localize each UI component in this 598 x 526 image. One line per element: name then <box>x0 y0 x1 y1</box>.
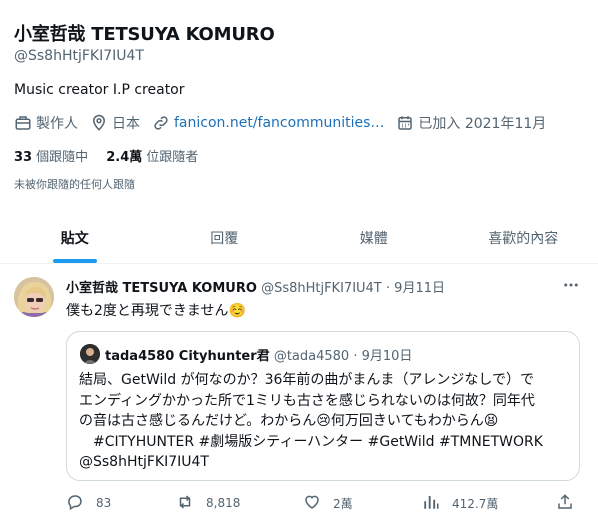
views-button[interactable]: 412.7萬 <box>422 493 498 513</box>
briefcase-icon <box>14 114 32 132</box>
retweet-icon <box>176 493 206 514</box>
quoted-avatar <box>80 344 100 364</box>
tab-likes[interactable]: 喜歡的內容 <box>449 212 598 263</box>
profile-handle: @Ss8hHtjFKI7IU4T <box>14 48 144 64</box>
avatar[interactable] <box>14 277 54 317</box>
profile-location-label: 日本 <box>112 116 140 132</box>
quoted-date: · 9月10日 <box>353 349 413 364</box>
reply-button[interactable]: 83 <box>66 493 111 513</box>
profile-display-name: 小室哲哉 TETSUYA KOMURO <box>14 24 275 45</box>
follow-stats: 33 個跟隨中 2.4萬 位跟隨者 <box>14 146 212 165</box>
retweet-count: 8,818 <box>206 496 241 510</box>
profile-joined-label: 已加入 2021年11月 <box>418 116 547 132</box>
profile-joined: 已加入 2021年11月 <box>396 113 546 133</box>
views-count: 412.7萬 <box>452 496 499 511</box>
profile-meta: 製作人 日本 fanicon.net/fancommunities… 已加入 2… <box>14 113 558 133</box>
quoted-text-line: 結局、GetWild が何なのか？36年前の曲がまんま（アレンジなしで）で <box>79 372 534 388</box>
quoted-hashtags[interactable]: #CITYHUNTER #劇場版シティーハンター #GetWild #TMNET… <box>79 432 573 453</box>
reply-icon <box>66 493 96 514</box>
link-icon <box>152 114 170 132</box>
share-button[interactable] <box>556 493 586 513</box>
tab-replies[interactable]: 回覆 <box>150 212 300 263</box>
like-count: 2萬 <box>333 496 353 511</box>
share-icon <box>556 493 586 514</box>
quoted-author-handle: @tada4580 <box>273 349 350 364</box>
profile-bio: Music creator I.P creator <box>14 82 185 98</box>
profile-category-label: 製作人 <box>36 116 78 132</box>
quoted-mention[interactable]: @Ss8hHtjFKI7IU4T <box>79 452 573 473</box>
tweet-text: 僕も2度と再現できません☺️ <box>66 303 246 319</box>
following-link[interactable]: 33 個跟隨中 <box>14 150 88 165</box>
quoted-header: tada4580 Cityhunter君 @tada4580 · 9月10日 <box>105 345 412 364</box>
followers-count: 2.4萬 <box>106 150 143 165</box>
views-icon <box>422 493 452 514</box>
tweet-actions: 83 8,818 2萬 412.7萬 <box>66 493 580 513</box>
quoted-text-line: エンディングかかった所で1ミリも古さを感じられないのは何故？同年代 <box>79 392 535 409</box>
followers-label: 位跟隨者 <box>146 150 199 165</box>
quoted-text: 結局、GetWild が何なのか？36年前の曲がまんま（アレンジなしで）で エン… <box>79 370 573 473</box>
tweet-author-name[interactable]: 小室哲哉 TETSUYA KOMURO <box>66 281 257 296</box>
more-options-icon[interactable] <box>562 276 580 298</box>
quoted-text-line: の音は古さ感じるんだけど。わからん😢何万回きいてもわからん😫 <box>79 413 499 429</box>
following-label: 個跟隨中 <box>36 150 89 165</box>
quoted-author-name: tada4580 Cityhunter君 <box>105 349 270 364</box>
tab-posts[interactable]: 貼文 <box>0 212 150 263</box>
reply-count: 83 <box>96 496 112 510</box>
heart-icon <box>303 493 333 514</box>
following-count: 33 <box>14 150 33 165</box>
profile-website[interactable]: fanicon.net/fancommunities… <box>152 114 384 132</box>
calendar-icon <box>396 114 414 132</box>
profile-website-link[interactable]: fanicon.net/fancommunities… <box>174 115 384 131</box>
tab-media[interactable]: 媒體 <box>299 212 449 263</box>
not-followed-notice: 未被你跟隨的任何人跟隨 <box>14 178 135 191</box>
retweet-button[interactable]: 8,818 <box>176 493 240 513</box>
tweet-header: 小室哲哉 TETSUYA KOMURO @Ss8hHtjFKI7IU4T · 9… <box>66 277 445 296</box>
location-pin-icon <box>90 114 108 132</box>
profile-tabs: 貼文 回覆 媒體 喜歡的內容 <box>0 212 598 264</box>
tweet-author-handle[interactable]: @Ss8hHtjFKI7IU4T <box>261 281 382 296</box>
profile-category: 製作人 <box>14 113 78 133</box>
followers-link[interactable]: 2.4萬 位跟隨者 <box>106 150 198 165</box>
profile-location: 日本 <box>90 113 140 133</box>
tweet-date[interactable]: · 9月11日 <box>386 281 445 296</box>
quoted-tweet[interactable]: tada4580 Cityhunter君 @tada4580 · 9月10日 結… <box>66 331 580 481</box>
like-button[interactable]: 2萬 <box>303 493 353 513</box>
